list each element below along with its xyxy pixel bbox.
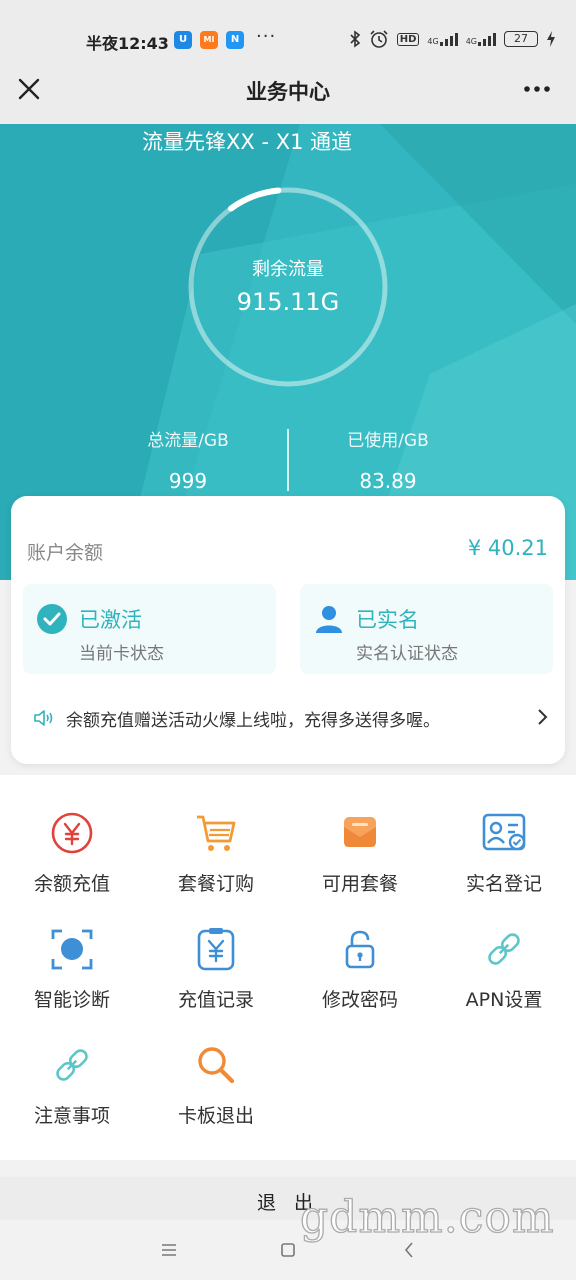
menu-item-recharge[interactable]: 余额充值 <box>2 811 142 911</box>
menu-item-label: APN设置 <box>465 989 543 1011</box>
check-circle-icon <box>37 604 67 634</box>
more-dots-icon <box>524 86 550 92</box>
account-card: 账户余额 ¥ 40.21 已激活 当前卡状态 已实名 实名认证状态 余额充值赠送… <box>11 496 565 764</box>
realname-status-title: 已实名 <box>356 608 419 632</box>
used-flow-label: 已使用/GB <box>347 431 429 451</box>
activation-status-subtitle: 当前卡状态 <box>79 644 164 664</box>
id-card-icon <box>482 813 526 851</box>
menu-item-card-exit[interactable]: 卡板退出 <box>146 1043 286 1143</box>
card-title: 流量先锋XX - X1 通道 <box>142 130 353 154</box>
remaining-flow-ring <box>188 187 388 387</box>
speaker-icon <box>34 710 53 726</box>
signal-icon <box>478 32 496 46</box>
promo-notice[interactable]: 余额充值赠送活动火爆上线啦，充得多送得多喔。 <box>33 706 551 732</box>
menu-item-label: 卡板退出 <box>177 1105 254 1127</box>
menu-item-label: 注意事项 <box>33 1105 110 1127</box>
more-notifications-icon: ··· <box>256 26 277 47</box>
scan-icon <box>51 929 93 970</box>
app-mi-icon: MI <box>200 31 218 49</box>
net-type-label: 4G <box>465 37 477 46</box>
hd-badge: HD <box>396 32 420 46</box>
total-flow-value: 999 <box>168 469 208 493</box>
signal-icon <box>439 32 458 46</box>
menu-item-change-password[interactable]: 修改密码 <box>290 927 430 1027</box>
balance-value: ¥ 40.21 <box>467 536 548 560</box>
menu-item-label: 充值记录 <box>177 989 254 1011</box>
cart-icon <box>197 815 236 851</box>
menu-item-label: 余额充值 <box>33 873 110 895</box>
menu-item-notes[interactable]: 注意事项 <box>2 1043 142 1143</box>
status-icons: HD 4G 4G 27 <box>349 29 556 49</box>
search-icon <box>198 1047 235 1084</box>
status-bar: 半夜12:43 U MI N ··· HD 4G 4G 27 <box>0 0 576 62</box>
total-flow-stat: 总流量/GB 999 <box>88 426 288 493</box>
app-header: 业务中心 <box>0 62 576 124</box>
used-flow-value: 83.89 <box>359 469 417 493</box>
menu-item-smart-diagnosis[interactable]: 智能诊断 <box>2 927 142 1027</box>
remaining-flow-label: 剩余流量 <box>252 259 324 280</box>
total-flow-label: 总流量/GB <box>147 431 229 451</box>
bluetooth-icon <box>350 30 360 48</box>
menu-item-label: 可用套餐 <box>321 873 398 895</box>
watermark: gdmm.com <box>299 1191 555 1243</box>
menu-item-package-order[interactable]: 套餐订购 <box>146 811 286 911</box>
lock-icon <box>345 930 375 969</box>
balance-label: 账户余额 <box>27 542 104 564</box>
activation-status-card: 已激活 当前卡状态 <box>23 584 276 674</box>
chevron-right-icon <box>538 709 548 725</box>
realname-status-subtitle: 实名认证状态 <box>356 644 458 664</box>
home-square-icon <box>281 1243 295 1257</box>
menu-item-label: 修改密码 <box>321 989 398 1011</box>
menu-item-label: 实名登记 <box>465 873 542 895</box>
menu-item-label: 智能诊断 <box>33 989 110 1011</box>
remaining-flow-value: 915.11G <box>236 288 340 316</box>
service-menu-grid: 余额充值 套餐订购 可用套餐 实名登记 智能诊断 充值记录 修改密码 APN设置… <box>0 775 576 1160</box>
alarm-icon <box>370 30 388 48</box>
app-u-icon: U <box>174 31 192 49</box>
status-time: 半夜12:43 <box>86 34 169 53</box>
menu-item-recharge-history[interactable]: 充值记录 <box>146 927 286 1027</box>
menu-item-realname-register[interactable]: 实名登记 <box>434 811 574 911</box>
page-title: 业务中心 <box>246 80 330 104</box>
menu-lines-icon <box>162 1244 176 1256</box>
menu-item-label: 套餐订购 <box>177 873 254 895</box>
nav-home-button[interactable] <box>276 1238 300 1262</box>
user-icon <box>316 606 342 633</box>
app-n-icon: N <box>226 31 244 49</box>
realname-status-card: 已实名 实名认证状态 <box>300 584 553 674</box>
nav-menu-button[interactable] <box>157 1238 181 1262</box>
activation-status-title: 已激活 <box>79 608 142 632</box>
link-icon <box>56 1049 88 1081</box>
promo-notice-text: 余额充值赠送活动火爆上线啦，充得多送得多喔。 <box>66 711 440 731</box>
menu-item-apn-settings[interactable]: APN设置 <box>434 927 574 1027</box>
link-icon <box>488 933 520 965</box>
net-type-label: 4G <box>427 37 439 46</box>
more-menu-button[interactable] <box>522 74 552 104</box>
clipboard-yen-icon <box>197 928 235 971</box>
battery-icon: 27 <box>504 31 538 47</box>
used-flow-stat: 已使用/GB 83.89 <box>288 426 488 493</box>
menu-item-available-packages[interactable]: 可用套餐 <box>290 811 430 911</box>
yen-circle-icon <box>51 812 93 854</box>
envelope-icon <box>344 817 376 847</box>
charging-icon <box>547 31 555 47</box>
